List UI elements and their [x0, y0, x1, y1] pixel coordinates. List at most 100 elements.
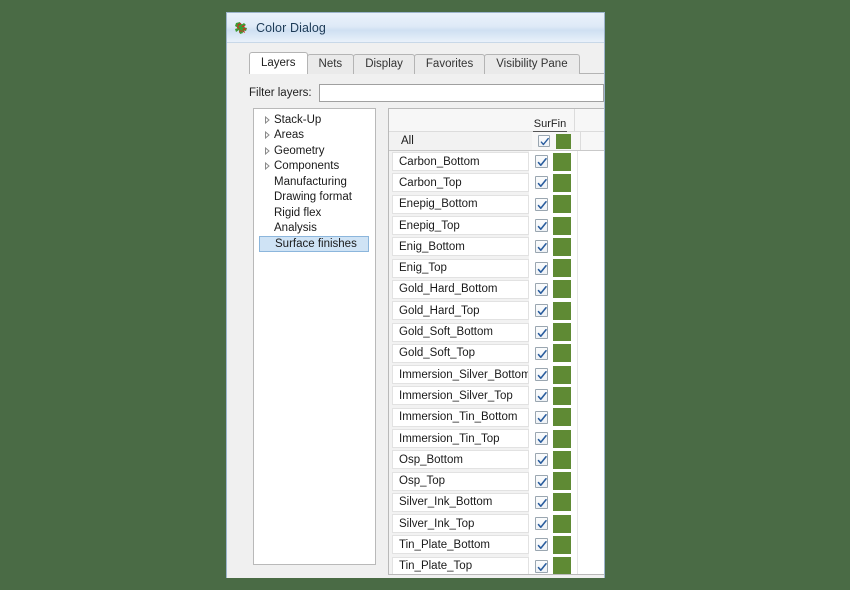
checkbox-checked-icon[interactable] [534, 219, 548, 233]
layer-visibility-checkbox-cell[interactable] [529, 385, 553, 407]
layer-visibility-checkbox-cell[interactable] [529, 300, 553, 322]
layer-color-swatch-cell[interactable] [553, 257, 577, 279]
layer-visibility-checkbox-cell[interactable] [529, 172, 553, 194]
checkbox-checked-icon[interactable] [534, 453, 548, 467]
layer-color-swatch-cell[interactable] [553, 363, 577, 386]
layer-row[interactable]: Immersion_Tin_Bottom [389, 406, 604, 428]
checkbox-checked-icon[interactable] [534, 368, 548, 382]
tree-item-manufacturing[interactable]: Manufacturing [254, 174, 375, 190]
layer-row[interactable]: Silver_Ink_Top [389, 513, 604, 535]
layer-color-swatch-cell[interactable] [553, 513, 577, 535]
layer-row-all[interactable]: All [389, 132, 604, 150]
color-swatch[interactable] [553, 259, 571, 278]
layer-color-swatch-cell[interactable] [553, 555, 577, 574]
layer-row[interactable]: Osp_Top [389, 470, 604, 492]
layer-row[interactable]: Enig_Bottom [389, 236, 604, 258]
layer-row[interactable]: Immersion_Silver_Bottom [389, 363, 604, 386]
layer-row[interactable]: Tin_Plate_Bottom [389, 534, 604, 556]
layer-color-swatch-cell[interactable] [553, 193, 577, 215]
layer-row[interactable]: Immersion_Silver_Top [389, 385, 604, 407]
checkbox-checked-icon[interactable] [534, 410, 548, 424]
color-swatch[interactable] [553, 195, 571, 214]
tree-item-areas[interactable]: Areas [254, 128, 375, 144]
layer-visibility-checkbox-cell[interactable] [529, 193, 553, 215]
layer-color-swatch-cell[interactable] [553, 385, 577, 407]
color-swatch[interactable] [553, 472, 571, 491]
color-swatch[interactable] [556, 133, 571, 149]
layer-color-swatch-cell[interactable] [553, 470, 577, 492]
layer-row[interactable]: Gold_Soft_Top [389, 342, 604, 364]
layer-visibility-checkbox-cell[interactable] [529, 449, 553, 471]
layer-row[interactable]: Gold_Hard_Top [389, 300, 604, 322]
tab-display[interactable]: Display [353, 54, 415, 74]
layer-visibility-checkbox-cell[interactable] [529, 278, 553, 301]
layer-visibility-checkbox-cell[interactable] [529, 342, 553, 364]
layer-row[interactable]: Enig_Top [389, 257, 604, 279]
layer-visibility-checkbox-cell[interactable] [529, 513, 553, 535]
checkbox-checked-icon[interactable] [534, 517, 548, 531]
color-swatch[interactable] [553, 365, 571, 384]
layer-visibility-checkbox-cell[interactable] [529, 214, 553, 237]
color-swatch[interactable] [553, 535, 571, 554]
layer-visibility-checkbox-cell[interactable] [529, 321, 553, 343]
layer-row[interactable]: Silver_Ink_Bottom [389, 491, 604, 514]
color-swatch[interactable] [553, 344, 571, 363]
chevron-right-icon[interactable] [262, 131, 273, 140]
tree-item-geometry[interactable]: Geometry [254, 143, 375, 159]
tree-item-components[interactable]: Components [254, 159, 375, 175]
color-swatch[interactable] [553, 386, 571, 405]
color-swatch[interactable] [553, 408, 571, 427]
layer-visibility-checkbox-cell[interactable] [529, 406, 553, 428]
layer-visibility-checkbox-cell[interactable] [529, 257, 553, 279]
layer-visibility-checkbox-cell[interactable] [529, 470, 553, 492]
layer-color-swatch-cell[interactable] [553, 236, 577, 258]
color-swatch[interactable] [553, 514, 571, 533]
layer-row[interactable]: Carbon_Top [389, 172, 604, 194]
color-swatch[interactable] [553, 216, 571, 235]
checkbox-checked-icon[interactable] [534, 389, 548, 403]
layer-color-swatch-cell[interactable] [556, 132, 580, 150]
checkbox-checked-icon[interactable] [534, 325, 548, 339]
checkbox-checked-icon[interactable] [534, 304, 548, 318]
color-swatch[interactable] [553, 280, 571, 299]
color-swatch[interactable] [553, 429, 571, 448]
checkbox-checked-icon[interactable] [534, 240, 548, 254]
tree-item-rigid-flex[interactable]: Rigid flex [254, 205, 375, 221]
checkbox-checked-icon[interactable] [534, 559, 548, 573]
layer-color-swatch-cell[interactable] [553, 172, 577, 194]
tab-layers[interactable]: Layers [249, 52, 308, 74]
layer-visibility-checkbox-cell[interactable] [529, 491, 553, 514]
tab-favorites[interactable]: Favorites [413, 54, 486, 74]
color-swatch[interactable] [553, 557, 571, 574]
layer-row[interactable]: Tin_Plate_Top [389, 555, 604, 574]
color-swatch[interactable] [553, 301, 571, 320]
layer-row[interactable]: Gold_Hard_Bottom [389, 278, 604, 301]
layer-color-swatch-cell[interactable] [553, 534, 577, 556]
layer-color-swatch-cell[interactable] [553, 321, 577, 343]
tree-item-surface-finishes[interactable]: Surface finishes [259, 236, 369, 252]
layer-color-swatch-cell[interactable] [553, 406, 577, 428]
layer-color-swatch-cell[interactable] [553, 449, 577, 471]
checkbox-checked-icon[interactable] [534, 538, 548, 552]
tree-item-drawing-format[interactable]: Drawing format [254, 190, 375, 206]
layer-row[interactable]: Osp_Bottom [389, 449, 604, 471]
checkbox-checked-icon[interactable] [534, 155, 548, 169]
color-swatch[interactable] [553, 152, 571, 171]
layer-color-swatch-cell[interactable] [553, 342, 577, 364]
layer-row[interactable]: Gold_Soft_Bottom [389, 321, 604, 343]
checkbox-checked-icon[interactable] [534, 197, 548, 211]
layer-row[interactable]: Enepig_Bottom [389, 193, 604, 215]
checkbox-checked-icon[interactable] [534, 432, 548, 445]
layer-visibility-checkbox-cell[interactable] [529, 555, 553, 574]
color-swatch[interactable] [553, 493, 571, 512]
color-swatch[interactable] [553, 450, 571, 469]
color-swatch[interactable] [553, 323, 571, 342]
layer-row[interactable]: Immersion_Tin_Top [389, 427, 604, 450]
layer-color-swatch-cell[interactable] [553, 300, 577, 322]
color-swatch[interactable] [553, 173, 571, 192]
layer-color-swatch-cell[interactable] [553, 151, 577, 173]
layer-visibility-checkbox-cell[interactable] [529, 363, 553, 386]
tree-item-analysis[interactable]: Analysis [254, 221, 375, 237]
layer-color-swatch-cell[interactable] [553, 214, 577, 237]
layer-color-swatch-cell[interactable] [553, 278, 577, 301]
